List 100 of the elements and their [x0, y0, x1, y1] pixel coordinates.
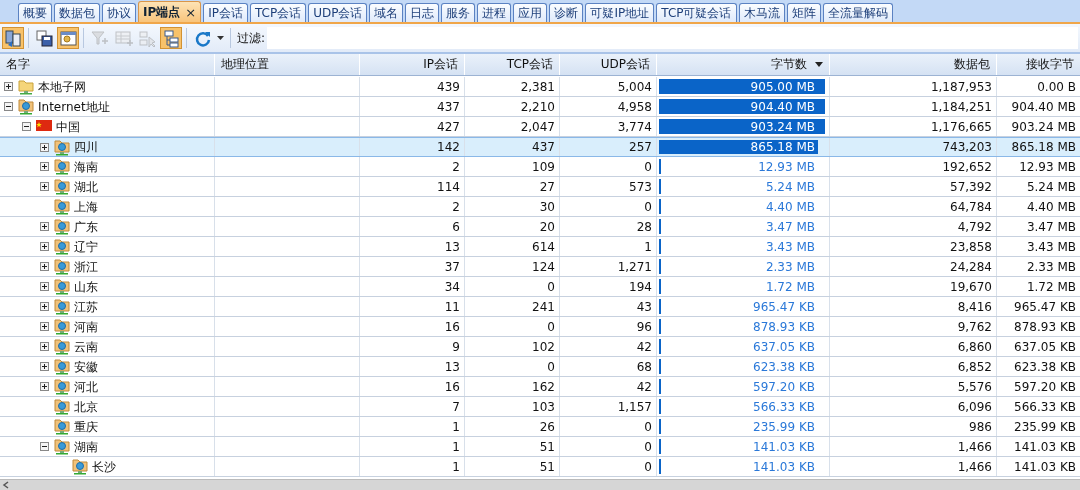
- expand-icon[interactable]: [40, 362, 49, 371]
- table-row[interactable]: 本地子网 439 2,381 5,004 905.00 MB 1,187,953 0.00 B: [0, 77, 1080, 97]
- node-label[interactable]: 云南: [74, 339, 98, 354]
- tab[interactable]: 域名: [369, 3, 404, 22]
- collapse-icon[interactable]: [4, 102, 13, 111]
- expand-icon[interactable]: [40, 182, 49, 191]
- collapse-icon[interactable]: [22, 122, 31, 131]
- node-label[interactable]: 四川: [74, 140, 98, 154]
- table-cell: 437: [465, 138, 560, 156]
- column-header[interactable]: 名字: [0, 54, 215, 75]
- expand-icon[interactable]: [4, 82, 13, 91]
- table-cell: 2: [360, 157, 465, 176]
- table-row[interactable]: 辽宁 13 614 1 3.43 MB 23,858 3.43 MB: [0, 237, 1080, 257]
- table-cell: 192,652: [830, 157, 997, 176]
- node-label[interactable]: 中国: [56, 119, 80, 134]
- table-row[interactable]: Internet地址 437 2,210 4,958 904.40 MB 1,184,251 904.40 MB: [0, 97, 1080, 117]
- column-header[interactable]: TCP会话: [465, 54, 560, 75]
- expand-icon[interactable]: [40, 162, 49, 171]
- expand-icon[interactable]: [40, 222, 49, 231]
- bytes-value: 903.24 MB: [750, 119, 816, 134]
- column-header[interactable]: 地理位置: [215, 54, 360, 75]
- collapse-icon[interactable]: [40, 442, 49, 451]
- close-button[interactable]: ×: [185, 4, 197, 20]
- column-header[interactable]: 接收字节: [997, 54, 1080, 75]
- tab[interactable]: 可疑IP地址: [585, 3, 655, 22]
- column-header[interactable]: 数据包: [830, 54, 997, 75]
- selected-row[interactable]: 四川 142 437 257 865.18 MB 743,203 865.18 MB: [0, 137, 1080, 157]
- tab[interactable]: IP端点 ×: [138, 1, 202, 22]
- column-header[interactable]: UDP会话: [560, 54, 657, 75]
- tab[interactable]: 木马流: [738, 3, 785, 22]
- expand-icon[interactable]: [40, 322, 49, 331]
- column-header[interactable]: 字节数: [657, 54, 830, 75]
- tab[interactable]: IP会话: [203, 3, 248, 22]
- table-row[interactable]: 湖南 1 51 0 141.03 KB 1,466 141.03 KB: [0, 437, 1080, 457]
- node-label[interactable]: 北京: [74, 399, 98, 414]
- node-label[interactable]: 安徽: [74, 359, 98, 374]
- column-header[interactable]: IP会话: [360, 54, 465, 75]
- tab[interactable]: 矩阵: [786, 3, 821, 22]
- table-row[interactable]: 湖北 114 27 573 5.24 MB 57,392 5.24 MB: [0, 177, 1080, 197]
- horizontal-scrollbar[interactable]: [0, 479, 1080, 490]
- tab[interactable]: TCP可疑会话: [656, 3, 737, 22]
- table-row[interactable]: 重庆 1 26 0 235.99 KB 986 235.99 KB: [0, 417, 1080, 437]
- expand-icon[interactable]: [40, 382, 49, 391]
- table-row[interactable]: 上海 2 30 0 4.40 MB 64,784 4.40 MB: [0, 197, 1080, 217]
- node-label[interactable]: 上海: [74, 199, 98, 214]
- node-label[interactable]: 长沙: [92, 459, 116, 474]
- table-row[interactable]: 长沙 1 51 0 141.03 KB 1,466 141.03 KB: [0, 457, 1080, 477]
- table-row[interactable]: 河南 16 0 96 878.93 KB 9,762 878.93 KB: [0, 317, 1080, 337]
- save-button[interactable]: [33, 27, 55, 49]
- tree-button[interactable]: [160, 27, 182, 49]
- tab[interactable]: 协议: [102, 3, 136, 22]
- expand-icon[interactable]: [40, 142, 49, 152]
- table-row[interactable]: 云南 9 102 42 637.05 KB 6,860 637.05 KB: [0, 337, 1080, 357]
- expand-icon[interactable]: [40, 302, 49, 311]
- tab[interactable]: 日志: [405, 3, 440, 22]
- table-cell: 13: [360, 237, 465, 256]
- node-label[interactable]: 河南: [74, 319, 98, 334]
- table-row[interactable]: 浙江 37 124 1,271 2.33 MB 24,284 2.33 MB: [0, 257, 1080, 277]
- tab[interactable]: 诊断: [549, 3, 584, 22]
- node-label[interactable]: 重庆: [74, 419, 98, 434]
- table-row[interactable]: 广东 6 20 28 3.47 MB 4,792 3.47 MB: [0, 217, 1080, 237]
- tab[interactable]: 全流量解码: [822, 3, 893, 22]
- table-cell-text: 0.00 B: [1036, 78, 1077, 96]
- table-cell: 28: [560, 217, 657, 236]
- scroll-left-icon[interactable]: [2, 481, 10, 489]
- tab[interactable]: 进程: [477, 3, 512, 22]
- tab[interactable]: 概要: [18, 3, 52, 22]
- tab[interactable]: UDP会话: [308, 3, 368, 22]
- node-label[interactable]: 本地子网: [38, 79, 86, 94]
- expand-icon[interactable]: [40, 342, 49, 351]
- table-row[interactable]: 安徽 13 0 68 623.38 KB 6,852 623.38 KB: [0, 357, 1080, 377]
- table-row[interactable]: 北京 7 103 1,157 566.33 KB 6,096 566.33 KB: [0, 397, 1080, 417]
- export-button[interactable]: [2, 27, 24, 49]
- tab[interactable]: 应用: [513, 3, 548, 22]
- table-cell-text: 2.33 MB: [1025, 258, 1077, 276]
- node-label[interactable]: 湖北: [74, 179, 98, 194]
- node-label[interactable]: 湖南: [74, 439, 98, 454]
- table-row[interactable]: 河北 16 162 42 597.20 KB 5,576 597.20 KB: [0, 377, 1080, 397]
- filter-field[interactable]: [267, 27, 1078, 49]
- bytes-value: 623.38 KB: [753, 359, 816, 374]
- expand-icon[interactable]: [40, 242, 49, 251]
- node-label[interactable]: Internet地址: [38, 99, 110, 114]
- filter-label: 过滤:: [237, 29, 266, 47]
- tab[interactable]: TCP会话: [249, 3, 307, 22]
- node-label[interactable]: 山东: [74, 279, 98, 294]
- table-row[interactable]: 海南 2 109 0 12.93 MB 192,652 12.93 MB: [0, 157, 1080, 177]
- expand-icon[interactable]: [40, 282, 49, 291]
- table-cell-text: 597.20 KB: [1013, 378, 1077, 396]
- table-row[interactable]: 山东 34 0 194 1.72 MB 19,670 1.72 MB: [0, 277, 1080, 297]
- node-label[interactable]: 浙江: [74, 259, 98, 274]
- tab[interactable]: 数据包: [54, 3, 100, 22]
- expand-icon[interactable]: [40, 262, 49, 271]
- node-label[interactable]: 海南: [74, 159, 98, 174]
- table-row[interactable]: 江苏 11 241 43 965.47 KB 8,416 965.47 KB: [0, 297, 1080, 317]
- network-folder-icon: [54, 198, 70, 215]
- node-label[interactable]: 辽宁: [74, 239, 98, 254]
- node-label[interactable]: 河北: [74, 379, 98, 394]
- node-label[interactable]: 广东: [74, 219, 98, 234]
- tab[interactable]: 服务: [441, 3, 476, 22]
- node-label[interactable]: 江苏: [74, 299, 98, 314]
